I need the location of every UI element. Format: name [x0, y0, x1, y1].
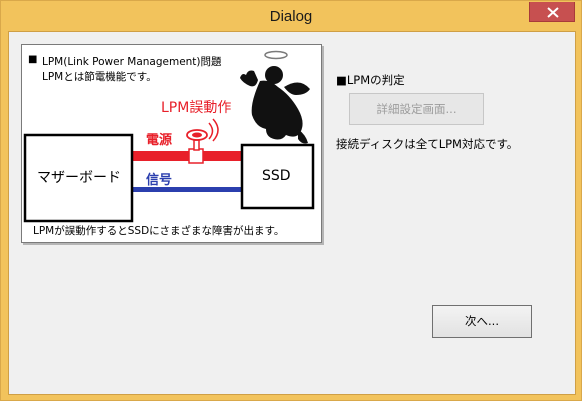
detail-settings-button[interactable]: 詳細設定画面... [349, 93, 484, 125]
lpm-explanation-figure: ■ LPM(Link Power Management)問題 LPMとは節電機能… [21, 44, 322, 243]
lpm-status-text: 接続ディスクは全てLPM対応です。 [336, 137, 519, 151]
window-title: Dialog [269, 8, 313, 25]
figure-heading-line1: LPM(Link Power Management)問題 [42, 56, 222, 68]
figure-heading-bullet: ■ [28, 54, 38, 65]
power-line [132, 151, 242, 161]
angel-icon [240, 66, 310, 144]
close-icon [547, 7, 559, 18]
power-label: 電源 [146, 133, 173, 148]
title-bar[interactable]: Dialog [1, 1, 581, 31]
lpm-judgement-heading: ■LPMの判定 [336, 73, 405, 87]
next-button[interactable]: 次へ... [432, 305, 532, 338]
lpm-malfunction-label: LPM誤動作 [161, 100, 232, 116]
signal-label: 信号 [146, 173, 173, 188]
motherboard-label: マザーボード [37, 170, 121, 186]
halo-icon [264, 50, 288, 60]
figure-heading-line2: LPMとは節電機能です。 [42, 71, 157, 83]
ssd-label: SSD [262, 168, 291, 184]
close-button[interactable] [529, 2, 575, 22]
figure-caption: LPMが誤動作するとSSDにさまざまな障害が出ます。 [33, 225, 285, 237]
dialog-window: Dialog ■ LPM(Link Power Management)問題 LP… [0, 0, 582, 401]
dialog-client-area: ■ LPM(Link Power Management)問題 LPMとは節電機能… [8, 31, 576, 395]
